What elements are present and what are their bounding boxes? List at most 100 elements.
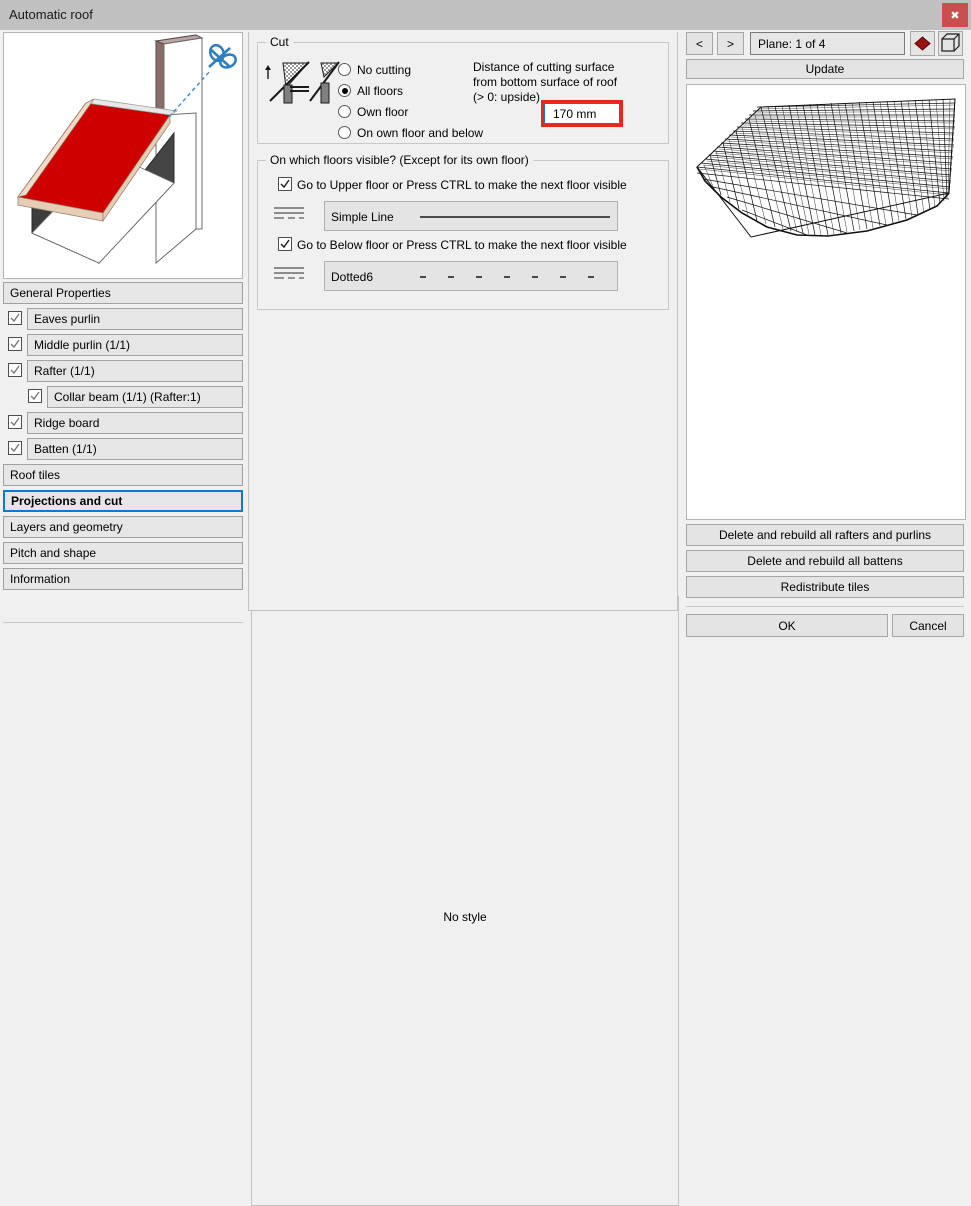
no-style-label: No style	[443, 910, 486, 924]
floors-visible-group: On which floors visible? (Except for its…	[257, 160, 669, 310]
sidebar-item-label: Middle purlin (1/1)	[34, 338, 130, 352]
nav-row: Layers and geometry	[3, 516, 243, 538]
delete-rebuild-battens-label: Delete and rebuild all battens	[747, 554, 902, 568]
radio-own-floor-and-below-label: On own floor and below	[357, 126, 483, 140]
radio-own-floor-and-below[interactable]	[338, 126, 351, 139]
checkbox-middle-purlin[interactable]	[8, 337, 22, 351]
dialog-footer: OK Cancel	[682, 614, 968, 638]
upper-floor-line-style-value: Simple Line	[331, 210, 394, 224]
roof-cut-preview-graphic	[4, 33, 242, 278]
checkbox-go-to-below-floor-label: Go to Below floor or Press CTRL to make …	[297, 238, 627, 252]
nav-row: Eaves purlin	[3, 308, 243, 330]
checkbox-go-to-upper-floor-label: Go to Upper floor or Press CTRL to make …	[297, 178, 627, 192]
previous-plane-label: <	[696, 37, 703, 51]
checkbox-rafter[interactable]	[8, 363, 22, 377]
delete-rebuild-rafters-purlins-button[interactable]: Delete and rebuild all rafters and purli…	[686, 524, 964, 546]
delete-rebuild-rafters-purlins-label: Delete and rebuild all rafters and purli…	[719, 528, 931, 542]
nav-row: Ridge board	[3, 412, 243, 434]
dialog-client-area: General Properties Eaves purlin Middle p…	[0, 30, 971, 639]
update-label: Update	[806, 62, 845, 76]
window-titlebar: Automatic roof ✖	[0, 0, 971, 30]
close-icon[interactable]: ✖	[942, 3, 968, 27]
sidebar-item-label: Batten (1/1)	[34, 442, 97, 456]
dotted-line-preview-icon	[420, 275, 610, 279]
sidebar-nav-list: General Properties Eaves purlin Middle p…	[3, 282, 243, 658]
distance-input[interactable]: 170 mm	[541, 100, 623, 127]
nav-row: Projections and cut	[3, 490, 243, 512]
sidebar-item-label: Ridge board	[34, 416, 99, 430]
redistribute-tiles-button[interactable]: Redistribute tiles	[686, 576, 964, 598]
sidebar-item-general-properties[interactable]: General Properties	[3, 282, 243, 304]
checkbox-go-to-upper-floor[interactable]	[278, 177, 292, 191]
cancel-button[interactable]: Cancel	[892, 614, 964, 637]
delete-rebuild-battens-button[interactable]: Delete and rebuild all battens	[686, 550, 964, 572]
nav-row: Collar beam (1/1) (Rafter:1)	[3, 386, 243, 408]
previous-plane-button[interactable]: <	[686, 32, 713, 55]
red-diamond-icon[interactable]	[910, 31, 935, 56]
window-title: Automatic roof	[9, 7, 93, 22]
ok-label: OK	[778, 619, 795, 633]
ok-button[interactable]: OK	[686, 614, 888, 637]
footer-divider	[686, 606, 964, 607]
nav-row: General Properties	[3, 282, 243, 304]
roof-cut-preview	[3, 32, 243, 279]
sidebar-item-collar-beam[interactable]: Collar beam (1/1) (Rafter:1)	[47, 386, 243, 408]
checkbox-collar-beam[interactable]	[28, 389, 42, 403]
cut-group-title: Cut	[266, 35, 293, 49]
next-plane-button[interactable]: >	[717, 32, 744, 55]
right-panel: < > Plane: 1 of 4 Update	[682, 32, 968, 637]
upper-floor-line-style-combo[interactable]: Simple Line	[324, 201, 618, 231]
sidebar-item-label: Layers and geometry	[10, 520, 123, 534]
sidebar-item-layers-and-geometry[interactable]: Layers and geometry	[3, 516, 243, 538]
nav-row: Pitch and shape	[3, 542, 243, 564]
below-floor-line-style-combo[interactable]: Dotted6	[324, 261, 618, 291]
cancel-label: Cancel	[909, 619, 946, 633]
redistribute-tiles-label: Redistribute tiles	[781, 580, 870, 594]
roof-structure-mesh-graphic	[687, 85, 965, 519]
sidebar-item-rafter[interactable]: Rafter (1/1)	[27, 360, 243, 382]
radio-own-floor[interactable]	[338, 105, 351, 118]
radio-all-floors[interactable]	[338, 84, 351, 97]
nav-row: No style	[3, 622, 243, 654]
sidebar-item-pitch-and-shape[interactable]: Pitch and shape	[3, 542, 243, 564]
sidebar-item-label: General Properties	[10, 286, 111, 300]
roof-structure-3d-preview	[686, 84, 966, 520]
below-floor-line-style-value: Dotted6	[331, 270, 373, 284]
checkbox-eaves-purlin[interactable]	[8, 311, 22, 325]
distance-input-value: 170 mm	[553, 107, 596, 121]
checkbox-go-to-below-floor[interactable]	[278, 237, 292, 251]
sidebar-item-label: Rafter (1/1)	[34, 364, 95, 378]
radio-selected-dot	[342, 88, 348, 94]
no-style-button[interactable]: No style	[251, 628, 679, 1206]
sidebar-item-eaves-purlin[interactable]: Eaves purlin	[27, 308, 243, 330]
sidebar-item-projections-and-cut[interactable]: Projections and cut	[3, 490, 243, 512]
sidebar-item-ridge-board[interactable]: Ridge board	[27, 412, 243, 434]
sidebar-item-label: Eaves purlin	[34, 312, 100, 326]
sidebar-item-label: Roof tiles	[10, 468, 60, 482]
checkbox-batten[interactable]	[8, 441, 22, 455]
nav-row: Rafter (1/1)	[3, 360, 243, 382]
center-panel: Cut	[248, 32, 678, 611]
update-button[interactable]: Update	[686, 59, 964, 79]
nav-row: BIM Parameters	[3, 594, 243, 616]
plane-selector-value: Plane: 1 of 4	[758, 37, 825, 51]
sidebar-item-information[interactable]: Information	[3, 568, 243, 590]
nav-row: Middle purlin (1/1)	[3, 334, 243, 356]
distance-label: Distance of cutting surface from bottom …	[473, 60, 628, 105]
cube-wireframe-icon[interactable]	[938, 31, 963, 56]
plane-selector[interactable]: Plane: 1 of 4	[750, 32, 905, 55]
sidebar-item-batten[interactable]: Batten (1/1)	[27, 438, 243, 460]
line-type-solid-icon	[273, 205, 305, 223]
nav-row: Roof tiles	[3, 464, 243, 486]
sidebar-item-label: Projections and cut	[11, 494, 122, 508]
nav-row: Information	[3, 568, 243, 590]
sidebar-item-label: Collar beam (1/1) (Rafter:1)	[54, 390, 201, 404]
sidebar-item-roof-tiles[interactable]: Roof tiles	[3, 464, 243, 486]
sidebar-item-label: Pitch and shape	[10, 546, 96, 560]
sidebar-item-middle-purlin[interactable]: Middle purlin (1/1)	[27, 334, 243, 356]
radio-no-cutting[interactable]	[338, 63, 351, 76]
line-type-dotted-icon	[273, 265, 305, 283]
left-column: General Properties Eaves purlin Middle p…	[3, 32, 243, 637]
checkbox-ridge-board[interactable]	[8, 415, 22, 429]
radio-no-cutting-label: No cutting	[357, 63, 411, 77]
